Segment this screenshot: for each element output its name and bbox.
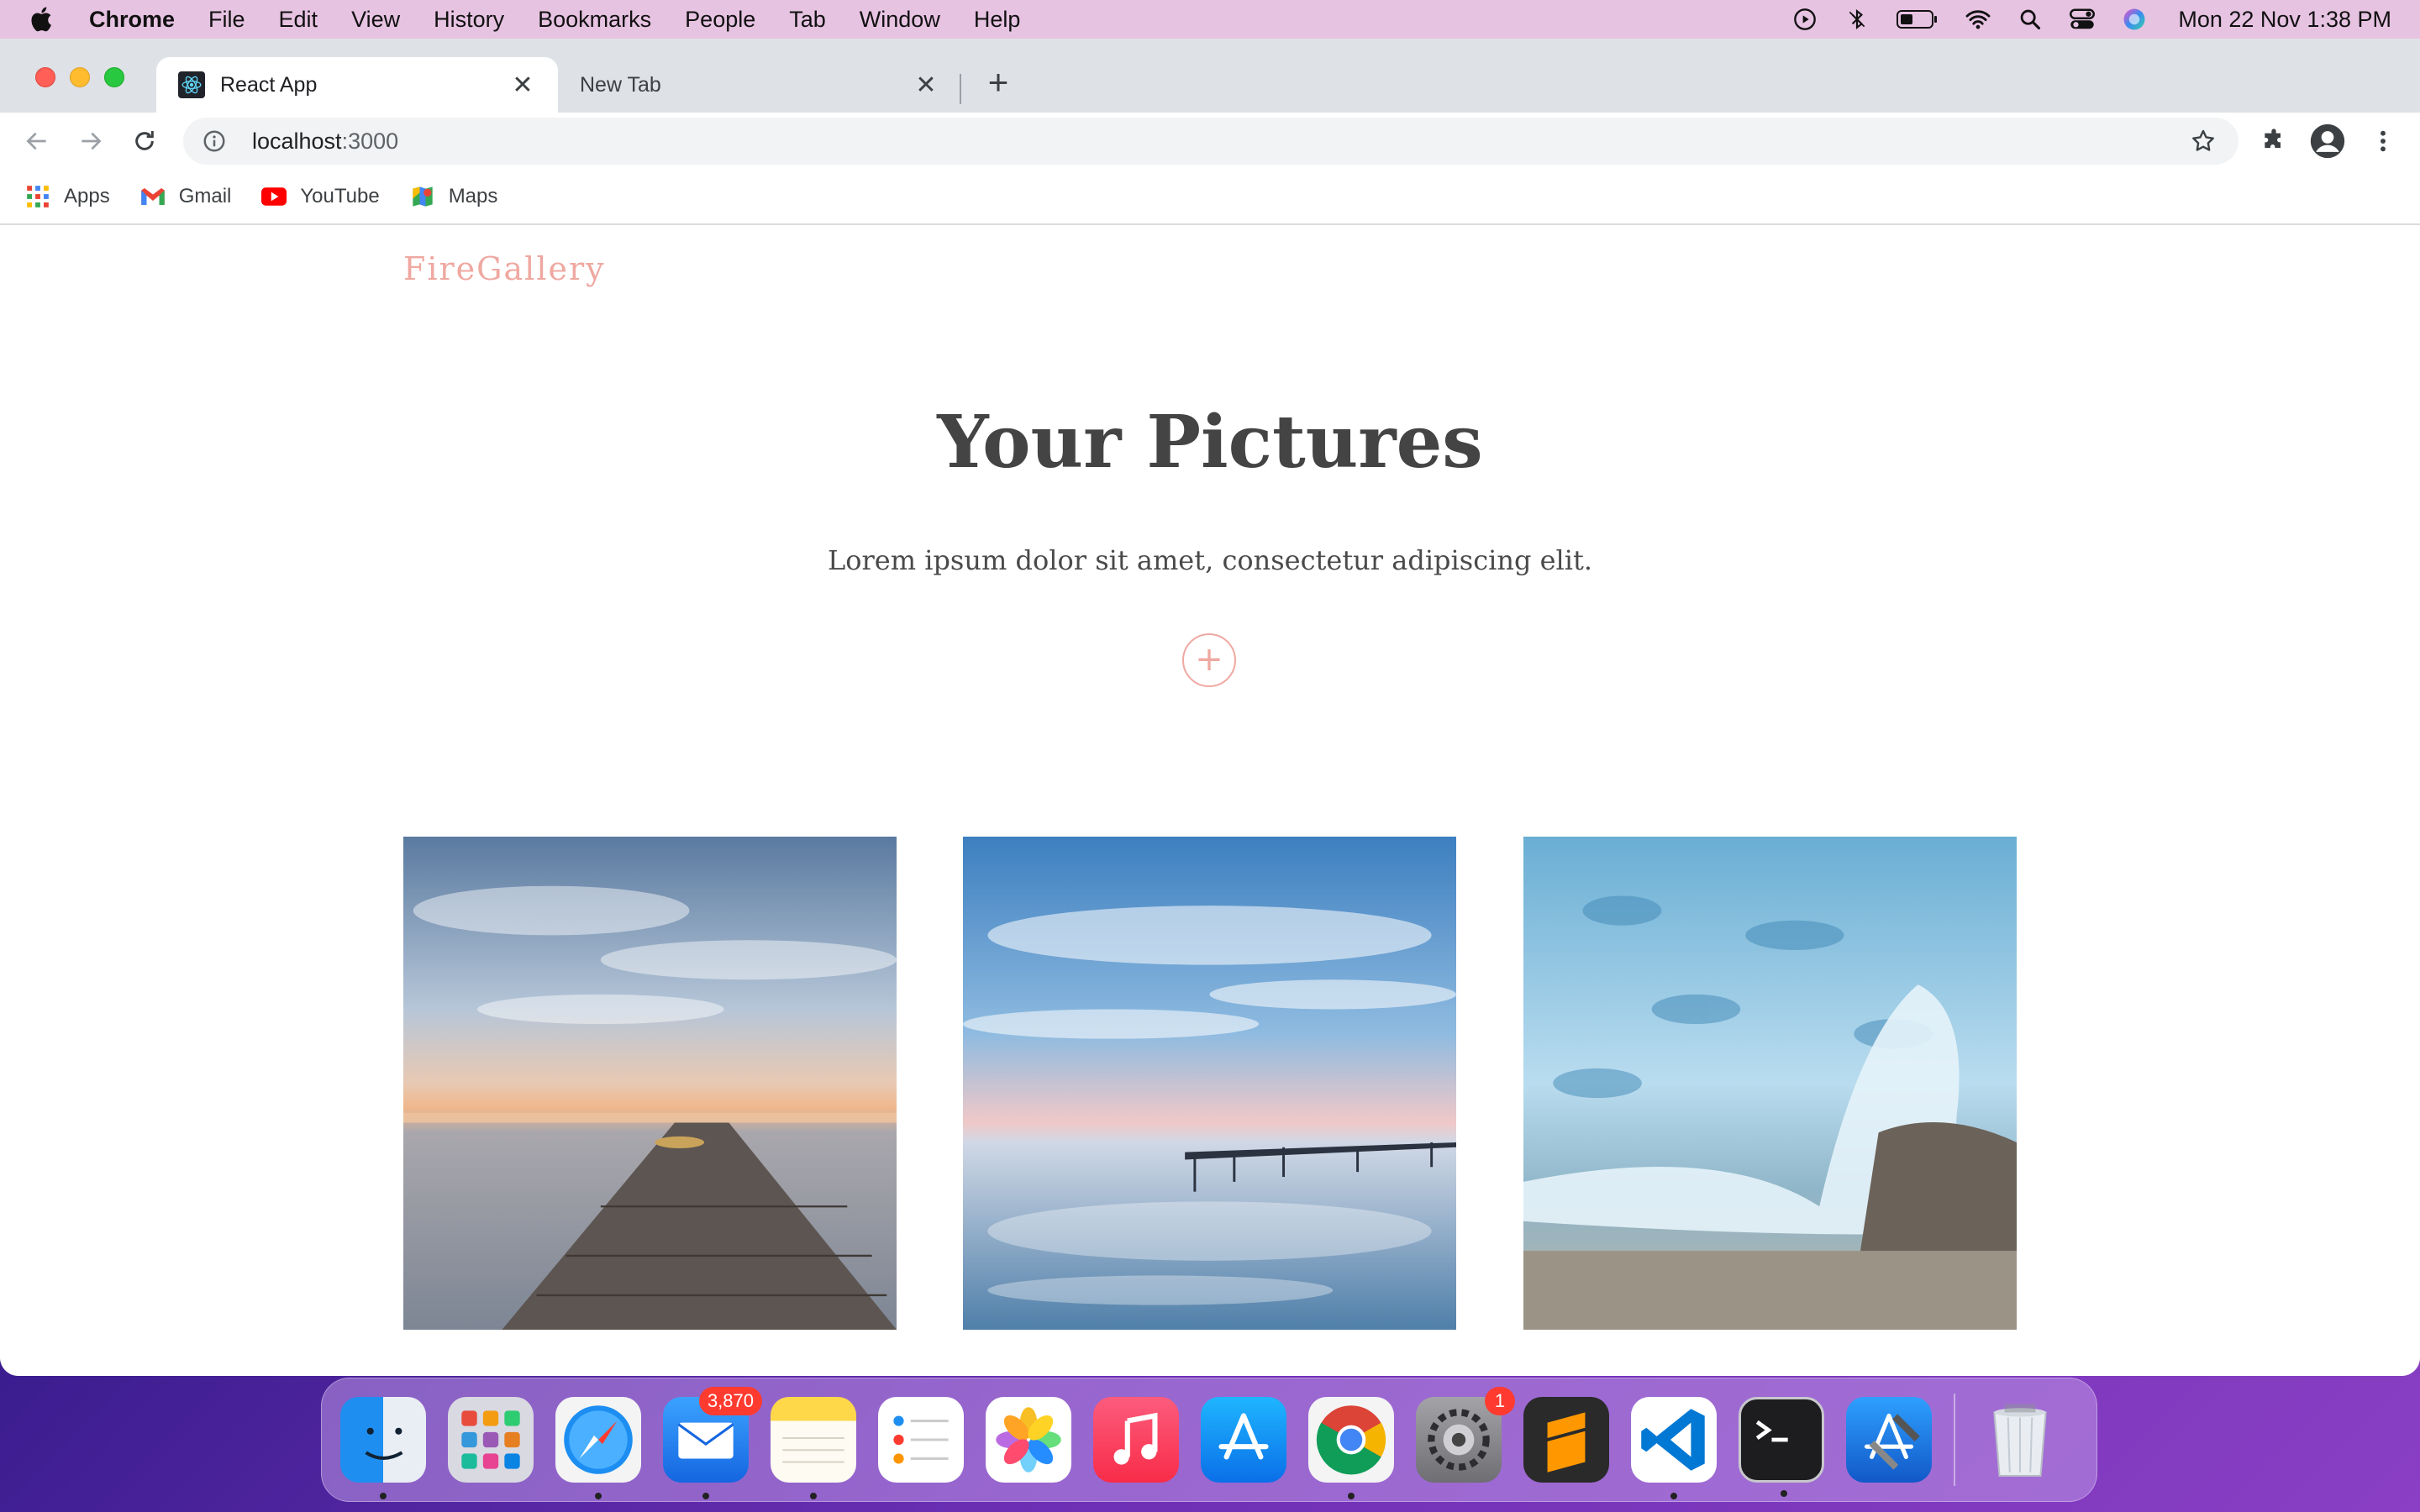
sublime-text-icon[interactable]: [1523, 1397, 1609, 1483]
menu-people[interactable]: People: [685, 7, 755, 33]
chrome-icon[interactable]: [1308, 1397, 1394, 1499]
battery-icon[interactable]: [1896, 6, 1939, 33]
apple-menu-icon[interactable]: [29, 5, 57, 34]
upload-button[interactable]: +: [1182, 633, 1236, 687]
siri-icon[interactable]: [2121, 6, 2148, 33]
page-content: FireGallery Your Pictures Lorem ipsum do…: [0, 225, 2420, 1376]
tab-react-app[interactable]: React App ✕: [156, 57, 558, 113]
finder-icon[interactable]: [340, 1397, 426, 1499]
photos-icon[interactable]: [986, 1397, 1071, 1483]
bookmark-apps[interactable]: Apps: [25, 184, 110, 209]
tab-label: React App: [220, 72, 318, 97]
dock-separator: [1954, 1394, 1955, 1486]
menu-app-name[interactable]: Chrome: [89, 7, 175, 33]
reload-icon[interactable]: [128, 124, 161, 158]
window-maximize-button[interactable]: [104, 67, 124, 87]
wifi-icon[interactable]: [1965, 6, 1991, 33]
menubar-clock[interactable]: Mon 22 Nov 1:38 PM: [2178, 7, 2391, 33]
bookmark-gmail[interactable]: Gmail: [140, 184, 232, 209]
terminal-icon[interactable]: [1739, 1397, 1824, 1497]
site-info-icon[interactable]: [202, 129, 227, 154]
control-center-icon[interactable]: [2069, 6, 2096, 33]
url-text[interactable]: localhost:3000: [252, 129, 398, 155]
bookmark-label: Maps: [448, 185, 498, 207]
apps-grid-icon: [25, 184, 50, 209]
mail-unread-badge: 3,870: [698, 1387, 762, 1415]
vscode-icon[interactable]: [1631, 1397, 1717, 1499]
safari-icon[interactable]: [555, 1397, 641, 1499]
running-indicator: [702, 1493, 709, 1499]
brand-logo[interactable]: FireGallery: [403, 250, 606, 287]
dock: 3,870 1: [321, 1378, 2097, 1502]
gallery-image-pier-sunset[interactable]: [403, 837, 897, 1330]
menu-tab[interactable]: Tab: [789, 7, 826, 33]
trash-icon[interactable]: [1977, 1397, 2063, 1483]
browser-window: React App ✕ New Tab ✕ + localhost:3000 A…: [0, 39, 2420, 1376]
running-indicator: [810, 1493, 817, 1499]
extensions-puzzle-icon[interactable]: [2255, 123, 2292, 160]
window-minimize-button[interactable]: [70, 67, 90, 87]
window-close-button[interactable]: [35, 67, 55, 87]
image-grid: [403, 837, 2017, 1376]
settings-update-badge: 1: [1485, 1387, 1515, 1415]
music-icon[interactable]: [1093, 1397, 1179, 1483]
tab-close-icon[interactable]: ✕: [913, 71, 939, 100]
gmail-icon: [140, 184, 166, 209]
bookmark-label: Gmail: [178, 185, 232, 207]
notes-icon[interactable]: [771, 1397, 856, 1499]
bookmark-maps[interactable]: Maps: [410, 184, 498, 209]
bookmark-label: Apps: [64, 185, 110, 207]
menu-edit[interactable]: Edit: [279, 7, 318, 33]
mail-icon[interactable]: 3,870: [663, 1387, 762, 1499]
youtube-icon: [261, 184, 287, 209]
page-subtitle: Lorem ipsum dolor sit amet, consectetur …: [827, 544, 1593, 576]
launchpad-icon[interactable]: [448, 1397, 534, 1483]
running-indicator: [1781, 1490, 1787, 1497]
menubar: Chrome File Edit View History Bookmarks …: [0, 0, 2420, 39]
app-store-icon[interactable]: [1201, 1397, 1286, 1483]
running-indicator: [380, 1493, 387, 1499]
menu-view[interactable]: View: [351, 7, 400, 33]
forward-arrow-icon[interactable]: [74, 124, 108, 158]
tab-close-icon[interactable]: ✕: [509, 71, 536, 100]
chrome-menu-icon[interactable]: [2365, 123, 2402, 160]
running-indicator: [595, 1493, 602, 1499]
tab-strip: React App ✕ New Tab ✕ +: [0, 39, 2420, 113]
spotlight-search-icon[interactable]: [2017, 6, 2044, 33]
now-playing-icon[interactable]: [1791, 6, 1818, 33]
menu-bookmarks[interactable]: Bookmarks: [538, 7, 651, 33]
bluetooth-icon[interactable]: [1844, 6, 1870, 33]
react-favicon-icon: [178, 71, 205, 98]
new-tab-button[interactable]: +: [980, 64, 1017, 101]
gallery-image-wave-rock[interactable]: [1523, 837, 2017, 1330]
bookmark-label: YouTube: [300, 185, 380, 207]
menu-history[interactable]: History: [434, 7, 504, 33]
running-indicator: [1670, 1493, 1677, 1499]
menu-file[interactable]: File: [208, 7, 245, 33]
tab-new-tab[interactable]: New Tab ✕: [558, 57, 961, 113]
google-maps-icon: [410, 184, 435, 209]
tab-label: New Tab: [580, 72, 661, 97]
reminders-icon[interactable]: [878, 1397, 964, 1483]
bookmarks-bar: Apps Gmail YouTube Maps: [0, 170, 2420, 225]
address-bar[interactable]: localhost:3000: [183, 118, 2238, 165]
running-indicator: [1348, 1493, 1355, 1499]
gallery-image-jetty-reflection[interactable]: [963, 837, 1456, 1330]
xcode-icon[interactable]: [1846, 1397, 1932, 1483]
window-controls: [35, 67, 124, 87]
page-title: Your Pictures: [937, 400, 1483, 485]
menu-help[interactable]: Help: [974, 7, 1021, 33]
bookmark-youtube[interactable]: YouTube: [261, 184, 380, 209]
menu-window[interactable]: Window: [860, 7, 940, 33]
tab-separator: [960, 74, 961, 104]
profile-avatar-icon[interactable]: [2309, 123, 2346, 160]
bookmark-star-icon[interactable]: [2190, 128, 2217, 155]
browser-toolbar: localhost:3000: [0, 113, 2420, 170]
system-preferences-icon[interactable]: 1: [1416, 1387, 1515, 1483]
back-arrow-icon[interactable]: [20, 124, 54, 158]
